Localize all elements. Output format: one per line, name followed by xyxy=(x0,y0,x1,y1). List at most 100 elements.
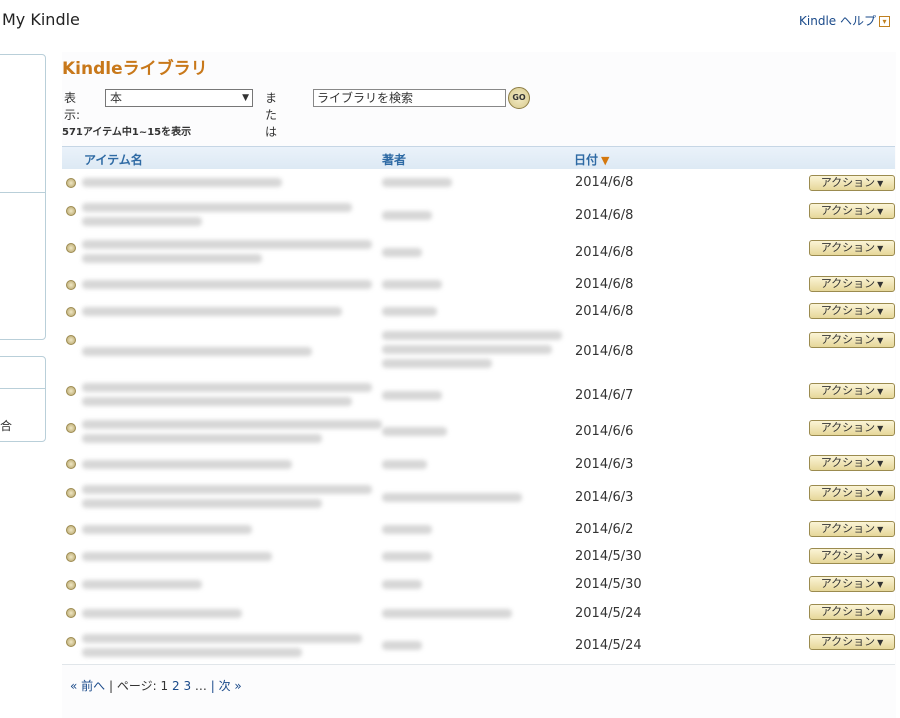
item-expand-icon[interactable] xyxy=(66,206,76,216)
item-date: 2014/6/8 xyxy=(575,276,634,292)
chevron-down-icon: ▼ xyxy=(877,280,884,289)
redacted-title[interactable] xyxy=(82,634,362,643)
table-row: 2014/6/8 アクション ▼ xyxy=(62,234,895,272)
item-expand-icon[interactable] xyxy=(66,608,76,618)
action-button[interactable]: アクション ▼ xyxy=(809,276,895,292)
item-expand-icon[interactable] xyxy=(66,307,76,317)
item-expand-icon[interactable] xyxy=(66,637,76,647)
item-date: 2014/6/8 xyxy=(575,304,634,319)
col-date-label: 日付 xyxy=(574,153,599,167)
action-button[interactable]: アクション ▼ xyxy=(809,332,895,348)
redacted-author[interactable] xyxy=(382,524,432,534)
redacted-title[interactable] xyxy=(82,499,322,508)
redacted-author[interactable] xyxy=(382,608,512,618)
redacted-title[interactable] xyxy=(82,203,352,212)
item-expand-icon[interactable] xyxy=(66,488,76,498)
redacted-author[interactable] xyxy=(382,345,552,354)
redacted-author[interactable] xyxy=(382,279,442,289)
redacted-author[interactable] xyxy=(382,580,422,589)
action-button[interactable]: アクション ▼ xyxy=(809,576,895,592)
item-expand-icon[interactable] xyxy=(66,525,76,535)
redacted-title[interactable] xyxy=(82,254,262,263)
action-button[interactable]: アクション ▼ xyxy=(809,548,895,564)
redacted-title[interactable] xyxy=(82,580,202,589)
redacted-author[interactable] xyxy=(382,641,422,650)
redacted-author[interactable] xyxy=(382,492,522,502)
action-button[interactable]: アクション ▼ xyxy=(809,604,895,620)
page-3-link[interactable]: 3 xyxy=(183,679,191,693)
table-row: 2014/5/30 アクション ▼ xyxy=(62,571,895,600)
table-row: 2014/6/8 アクション ▼ xyxy=(62,298,895,327)
action-button[interactable]: アクション ▼ xyxy=(809,521,895,537)
action-label: アクション xyxy=(820,549,876,562)
redacted-title[interactable] xyxy=(82,420,382,429)
table-row: 2014/6/7 アクション ▼ xyxy=(62,377,895,415)
col-title-header[interactable]: アイテム名 xyxy=(84,151,143,168)
redacted-title[interactable] xyxy=(82,178,282,187)
redacted-title[interactable] xyxy=(82,383,372,392)
top-bar: My Kindle Kindle ヘルプ ▾ xyxy=(0,0,900,40)
redacted-title[interactable] xyxy=(82,240,372,249)
item-expand-icon[interactable] xyxy=(66,178,76,188)
redacted-title[interactable] xyxy=(82,397,352,406)
redacted-title[interactable] xyxy=(82,459,292,469)
redacted-title[interactable] xyxy=(82,552,272,561)
page-2-link[interactable]: 2 xyxy=(172,679,180,693)
sort-desc-icon: ▼ xyxy=(601,154,610,167)
redacted-author[interactable] xyxy=(382,552,432,561)
item-date: 2014/5/24 xyxy=(575,605,642,621)
redacted-title[interactable] xyxy=(82,217,202,226)
redacted-title[interactable] xyxy=(82,307,342,316)
action-button[interactable]: アクション ▼ xyxy=(809,203,895,219)
item-expand-icon[interactable] xyxy=(66,580,76,590)
action-label: アクション xyxy=(820,304,876,317)
action-button[interactable]: アクション ▼ xyxy=(809,485,895,501)
or-label: または xyxy=(265,91,278,139)
redacted-author[interactable] xyxy=(382,178,452,187)
action-button[interactable]: アクション ▼ xyxy=(809,303,895,319)
item-expand-icon[interactable] xyxy=(66,335,76,345)
item-expand-icon[interactable] xyxy=(66,459,76,469)
redacted-title[interactable] xyxy=(82,648,302,657)
action-button[interactable]: アクション ▼ xyxy=(809,455,895,471)
redacted-title[interactable] xyxy=(82,485,372,494)
library-search-input[interactable]: ライブラリを検索 xyxy=(313,89,506,107)
action-label: アクション xyxy=(820,522,876,535)
action-button[interactable]: アクション ▼ xyxy=(809,175,895,191)
sidebar-divider xyxy=(0,388,45,389)
redacted-author[interactable] xyxy=(382,247,422,257)
action-button[interactable]: アクション ▼ xyxy=(809,383,895,399)
item-expand-icon[interactable] xyxy=(66,423,76,433)
redacted-title[interactable] xyxy=(82,434,322,443)
item-expand-icon[interactable] xyxy=(66,552,76,562)
item-expand-icon[interactable] xyxy=(66,386,76,396)
redacted-author[interactable] xyxy=(382,427,447,436)
redacted-title[interactable] xyxy=(82,524,252,534)
go-button[interactable]: GO xyxy=(508,87,530,109)
redacted-title[interactable] xyxy=(82,346,312,356)
action-label: アクション xyxy=(820,241,876,254)
redacted-title[interactable] xyxy=(82,608,242,618)
sidebar-partial-label[interactable]: 合 xyxy=(0,417,12,434)
chevron-down-icon: ▼ xyxy=(877,387,884,396)
help-link[interactable]: Kindle ヘルプ ▾ xyxy=(799,12,890,29)
item-expand-icon[interactable] xyxy=(66,280,76,290)
redacted-author[interactable] xyxy=(382,210,432,220)
redacted-author[interactable] xyxy=(382,390,442,400)
action-button[interactable]: アクション ▼ xyxy=(809,240,895,256)
redacted-author[interactable] xyxy=(382,459,427,469)
next-page-link[interactable]: | 次 » xyxy=(211,679,242,693)
app-title: My Kindle xyxy=(2,10,80,29)
redacted-author[interactable] xyxy=(382,331,562,340)
action-button[interactable]: アクション ▼ xyxy=(809,420,895,436)
col-author-header[interactable]: 著者 xyxy=(382,151,406,168)
col-date-header[interactable]: 日付 ▼ xyxy=(574,151,609,168)
prev-page-link[interactable]: « 前へ xyxy=(70,679,105,693)
redacted-title[interactable] xyxy=(82,279,372,289)
redacted-author[interactable] xyxy=(382,359,492,368)
chevron-down-icon: ▼ xyxy=(877,307,884,316)
redacted-author[interactable] xyxy=(382,307,437,316)
item-expand-icon[interactable] xyxy=(66,243,76,253)
action-button[interactable]: アクション ▼ xyxy=(809,634,895,650)
show-select[interactable]: 本 ▼ xyxy=(105,89,253,107)
